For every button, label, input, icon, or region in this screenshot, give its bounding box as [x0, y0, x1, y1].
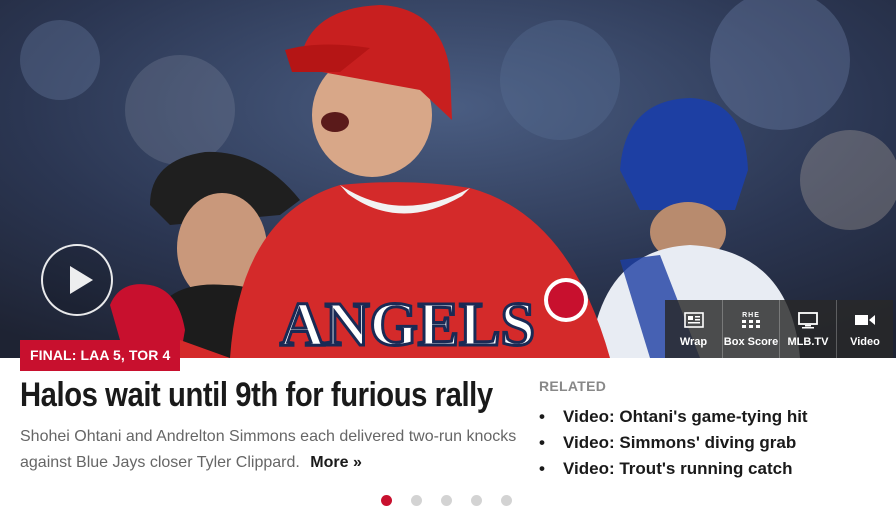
mlbtv-button[interactable]: MLB.TV: [779, 300, 836, 358]
carousel-dot-5[interactable]: [501, 495, 512, 506]
story-summary: Shohei Ohtani and Andrelton Simmons each…: [20, 424, 520, 476]
mlbtv-label: MLB.TV: [787, 336, 829, 348]
carousel-dot-3[interactable]: [441, 495, 452, 506]
carousel-dot-4[interactable]: [471, 495, 482, 506]
tv-icon: [798, 311, 818, 328]
wrap-label: Wrap: [679, 336, 708, 348]
wrap-button[interactable]: Wrap: [665, 300, 722, 358]
box-score-label: Box Score: [723, 336, 779, 348]
box-score-icon: RHE: [742, 311, 760, 319]
video-camera-icon: [855, 315, 875, 325]
story-summary-text: Shohei Ohtani and Andrelton Simmons each…: [20, 428, 517, 471]
carousel-dot-2[interactable]: [411, 495, 422, 506]
related-item[interactable]: • Video: Trout's running catch: [539, 456, 808, 482]
related-item[interactable]: • Video: Simmons' diving grab: [539, 430, 808, 456]
video-button[interactable]: Video: [836, 300, 893, 358]
related-item-label: Video: Simmons' diving grab: [563, 433, 797, 452]
related-item[interactable]: • Video: Ohtani's game-tying hit: [539, 404, 808, 430]
video-label: Video: [850, 336, 880, 348]
more-link[interactable]: More »: [310, 454, 362, 471]
bullet: •: [539, 459, 545, 478]
carousel-dots: [381, 495, 531, 506]
play-video-button[interactable]: [41, 244, 113, 316]
related-item-label: Video: Ohtani's game-tying hit: [563, 407, 808, 426]
bullet: •: [539, 407, 545, 426]
box-score-grid: [742, 319, 760, 328]
play-icon: [70, 266, 93, 294]
wrap-icon: [683, 312, 704, 328]
media-toolbar: Wrap RHE Box Score MLB.TV Video: [665, 300, 893, 358]
jersey-text: ANGELS: [280, 291, 535, 358]
game-status-badge[interactable]: FINAL: LAA 5, TOR 4: [20, 340, 181, 371]
related-heading: RELATED: [539, 378, 607, 394]
bullet: •: [539, 433, 545, 452]
hero-image[interactable]: ANGELS Wrap RHE Box Score MLB.TV Video: [0, 0, 896, 358]
related-list: • Video: Ohtani's game-tying hit • Video: …: [539, 404, 808, 482]
box-score-button[interactable]: RHE Box Score: [722, 300, 779, 358]
related-item-label: Video: Trout's running catch: [563, 459, 793, 478]
story-headline[interactable]: Halos wait until 9th for furious rally: [20, 376, 493, 415]
carousel-dot-1[interactable]: [381, 495, 392, 506]
